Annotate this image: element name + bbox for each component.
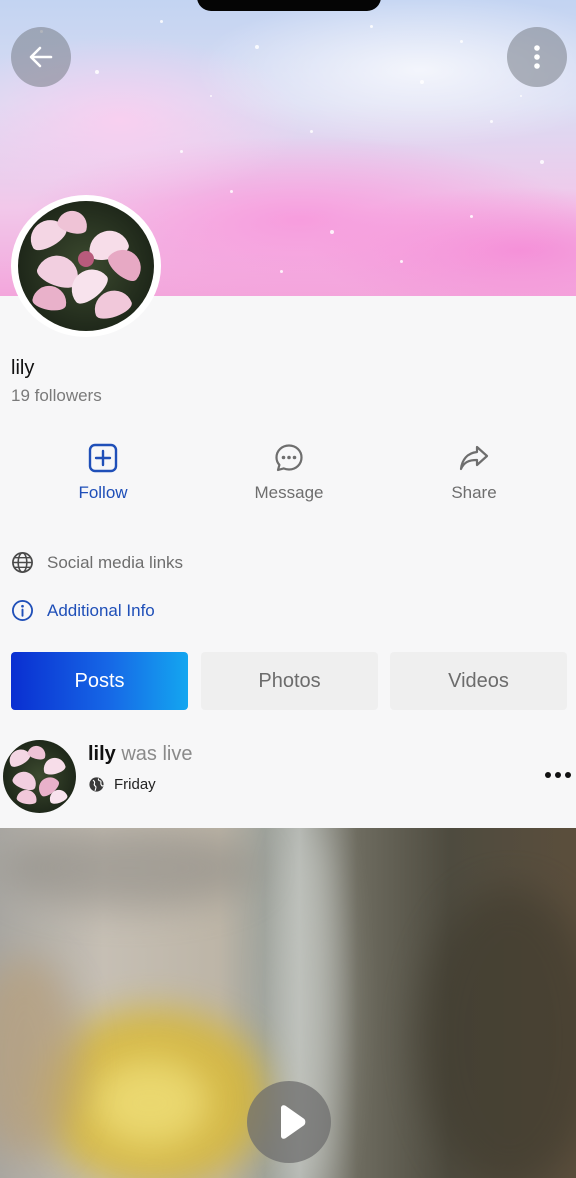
profile-avatar[interactable]: [11, 195, 161, 337]
followers-count[interactable]: 19 followers: [11, 386, 102, 406]
play-icon: [281, 1105, 306, 1139]
sparkle: [210, 95, 212, 97]
back-button[interactable]: [11, 27, 71, 87]
message-button[interactable]: Message: [229, 442, 349, 503]
sparkle: [420, 80, 424, 84]
info-icon: [12, 600, 33, 621]
tab-videos[interactable]: Videos: [390, 652, 567, 710]
dot: [555, 772, 561, 778]
sparkle: [160, 20, 163, 23]
post-author-avatar[interactable]: [3, 740, 76, 813]
follow-button[interactable]: Follow: [43, 442, 163, 503]
post-title: lily was live: [88, 743, 193, 766]
tab-posts[interactable]: Posts: [11, 652, 188, 710]
post-time[interactable]: Friday: [114, 776, 156, 793]
sparkle: [330, 230, 334, 234]
vertical-dots-icon: [534, 45, 540, 69]
more-options-button[interactable]: [507, 27, 567, 87]
plus-square-icon: [88, 443, 118, 473]
sparkle: [400, 260, 403, 263]
chat-bubble-icon: [275, 444, 303, 472]
follow-label: Follow: [78, 483, 128, 502]
sparkle: [540, 160, 544, 164]
additional-info-row[interactable]: Additional Info: [11, 599, 155, 622]
sparkle: [460, 40, 463, 43]
avatar-image: [18, 201, 154, 331]
sparkle: [280, 270, 283, 273]
sparkle: [310, 130, 313, 133]
sparkle: [490, 120, 493, 123]
post-action-text: was live: [121, 743, 193, 765]
post-meta: Friday: [88, 776, 156, 793]
horizontal-dots-icon: [545, 772, 551, 778]
tab-photos[interactable]: Photos: [201, 652, 378, 710]
sparkle: [95, 70, 99, 74]
social-links-row[interactable]: Social media links: [11, 551, 183, 574]
dot: [565, 772, 571, 778]
additional-info-label: Additional Info: [47, 600, 155, 620]
sparkle: [230, 190, 233, 193]
share-arrow-icon: [459, 445, 489, 471]
post-more-button[interactable]: [545, 772, 571, 778]
sparkle: [255, 45, 259, 49]
sparkle: [370, 25, 373, 28]
sparkle: [470, 215, 473, 218]
social-links-label: Social media links: [47, 552, 184, 572]
play-button[interactable]: [247, 1081, 331, 1163]
share-label: Share: [451, 483, 497, 502]
arrow-left-icon: [29, 46, 53, 68]
globe-icon: [12, 552, 33, 573]
globe-icon: [89, 777, 104, 792]
profile-name: lily: [11, 357, 35, 379]
post-author-name[interactable]: lily: [88, 743, 116, 765]
share-button[interactable]: Share: [414, 442, 534, 503]
sparkle: [180, 150, 183, 153]
camera-notch: [197, 0, 381, 11]
message-label: Message: [254, 483, 324, 502]
sparkle: [520, 95, 522, 97]
